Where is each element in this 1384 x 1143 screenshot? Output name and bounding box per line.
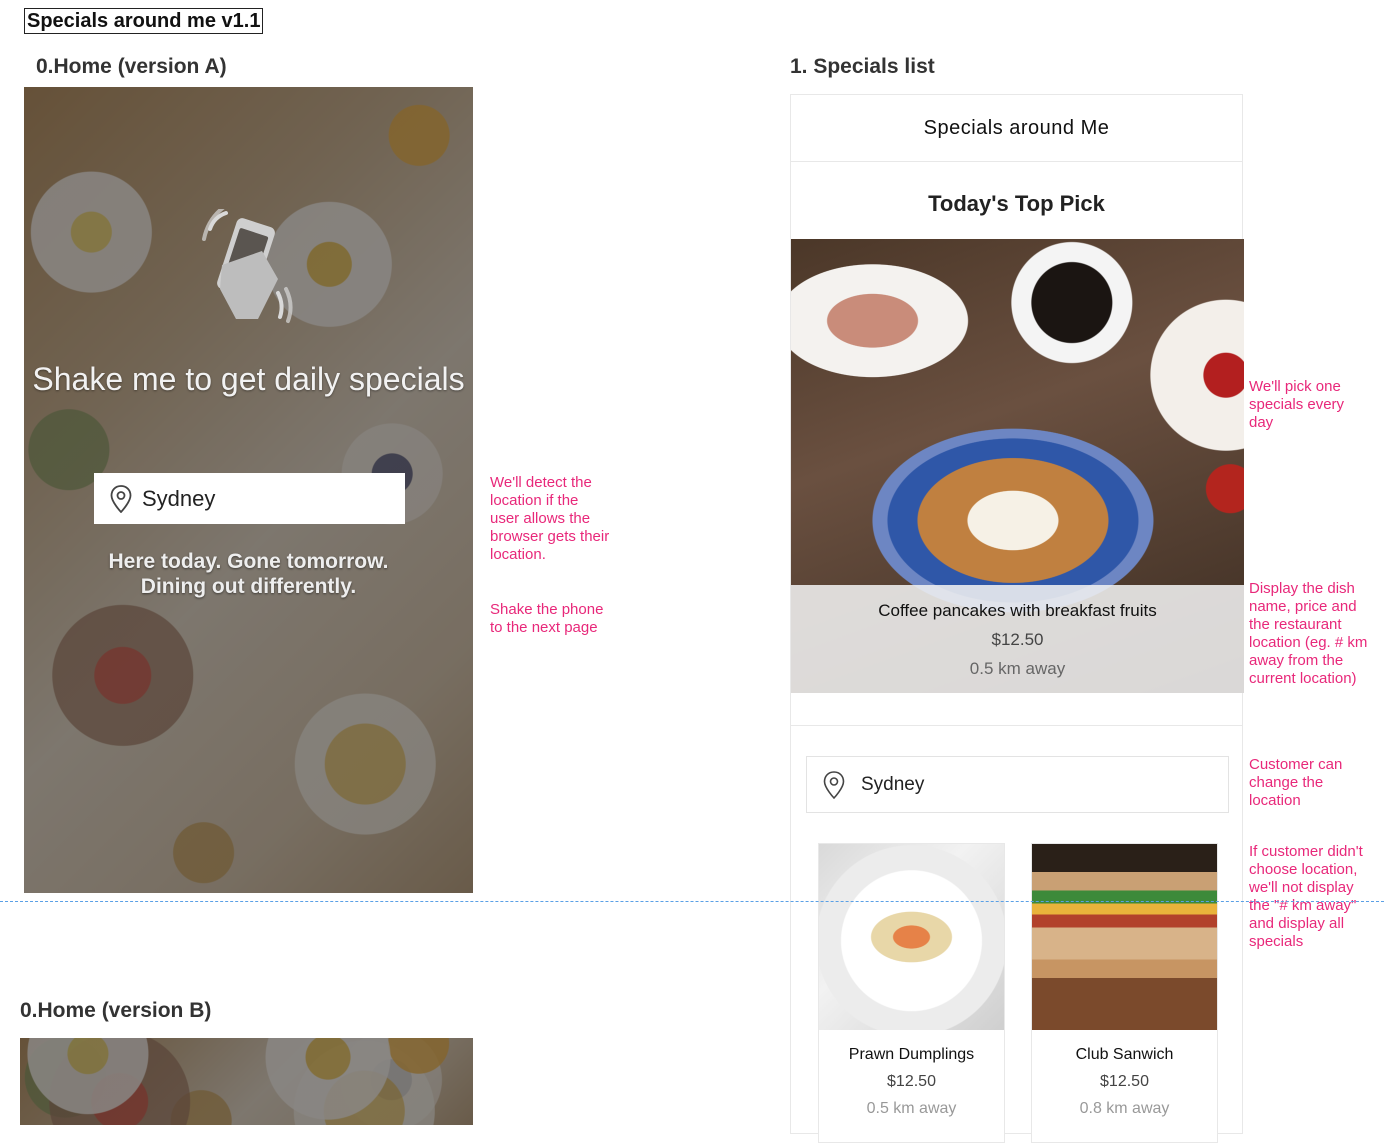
top-pick-distance: 0.5 km away: [969, 659, 1066, 678]
tagline-line-1: Here today. Gone tomorrow.: [108, 550, 389, 573]
dish-price: $12.50: [887, 1073, 936, 1090]
dish-image: [1032, 844, 1217, 1030]
note-display-dish: Display the dish name, price and the res…: [1249, 580, 1368, 687]
top-pick-caption: Coffee pancakes with breakfast fruits $1…: [791, 585, 1244, 693]
tagline-line-2: Dining out differently.: [140, 575, 357, 598]
note-detect-location: We'll detect the location if the user al…: [490, 474, 610, 563]
location-value: Sydney: [142, 485, 216, 511]
top-pick-card[interactable]: Coffee pancakes with breakfast fruits $1…: [791, 239, 1244, 693]
specials-list-section-title: 1. Specials list: [790, 55, 935, 78]
dish-price: $12.50: [1100, 1073, 1149, 1090]
top-pick-price: $12.50: [991, 630, 1044, 649]
location-pin-icon: [823, 770, 845, 799]
location-field[interactable]: Sydney: [806, 756, 1229, 813]
location-value: Sydney: [861, 773, 925, 795]
top-pick-name: Coffee pancakes with breakfast fruits: [878, 601, 1157, 620]
note-no-location: If customer didn't choose location, we'l…: [1249, 843, 1363, 950]
home-b-section-title: 0.Home (version B): [20, 999, 212, 1022]
dish-name: Prawn Dumplings: [848, 1046, 975, 1063]
location-pin-icon: [110, 484, 132, 513]
dish-distance: 0.8 km away: [1079, 1100, 1170, 1117]
home-a-section-title: 0.Home (version A): [36, 55, 227, 78]
note-shake-phone: Shake the phone to the next page: [490, 601, 604, 636]
divider: [791, 725, 1242, 726]
special-card[interactable]: Club Sanwich $12.50 0.8 km away: [1031, 843, 1218, 1143]
document-title: Specials around me v1.1: [24, 8, 264, 34]
location-input[interactable]: Sydney: [94, 473, 405, 524]
note-pick-one: We'll pick one specials every day: [1249, 378, 1345, 431]
shake-phone-icon: [202, 209, 293, 323]
dish-name: Club Sanwich: [1075, 1046, 1174, 1063]
home-a-screen: Shake me to get daily specials Sydney He…: [24, 87, 473, 893]
guide-line: [0, 901, 1384, 902]
note-change-location: Customer can change the location: [1249, 756, 1343, 809]
dish-image: [819, 844, 1004, 1030]
specials-list-screen: Specials around Me Today's Top Pick Coff…: [790, 94, 1244, 1143]
shake-text: Shake me to get daily specials: [32, 361, 465, 397]
special-card[interactable]: Prawn Dumplings $12.50 0.5 km away: [818, 843, 1005, 1143]
home-b-screen: [20, 1038, 473, 1125]
top-pick-title: Today's Top Pick: [928, 191, 1105, 216]
dish-distance: 0.5 km away: [866, 1100, 957, 1117]
tagline: Here today. Gone tomorrow. Dining out di…: [24, 549, 473, 599]
app-header: Specials around Me: [791, 95, 1242, 162]
